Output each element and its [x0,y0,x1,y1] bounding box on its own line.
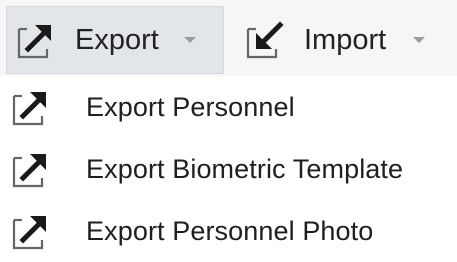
export-icon [13,17,59,63]
import-button[interactable]: Import [232,6,452,74]
export-label: Export [75,23,159,56]
menu-item-label: Export Biometric Template [86,153,404,184]
export-button[interactable]: Export [6,6,224,74]
menu-item-export-biometric-template[interactable]: Export Biometric Template [0,138,457,200]
menu-item-label: Export Personnel [86,91,295,122]
import-label: Import [304,23,387,56]
export-icon [8,84,54,130]
export-icon [8,146,54,192]
caret-down-icon[interactable] [181,31,199,49]
menu-item-label: Export Personnel Photo [86,215,374,246]
import-icon [242,17,288,63]
menu-item-export-personnel-photo[interactable]: Export Personnel Photo [0,200,457,262]
menu-item-export-personnel[interactable]: Export Personnel [0,76,457,138]
caret-down-icon[interactable] [410,31,428,49]
export-icon [8,208,54,254]
export-dropdown-menu: Export Personnel Export Biometric Templa… [0,76,457,262]
toolbar: Export Import [0,0,457,76]
